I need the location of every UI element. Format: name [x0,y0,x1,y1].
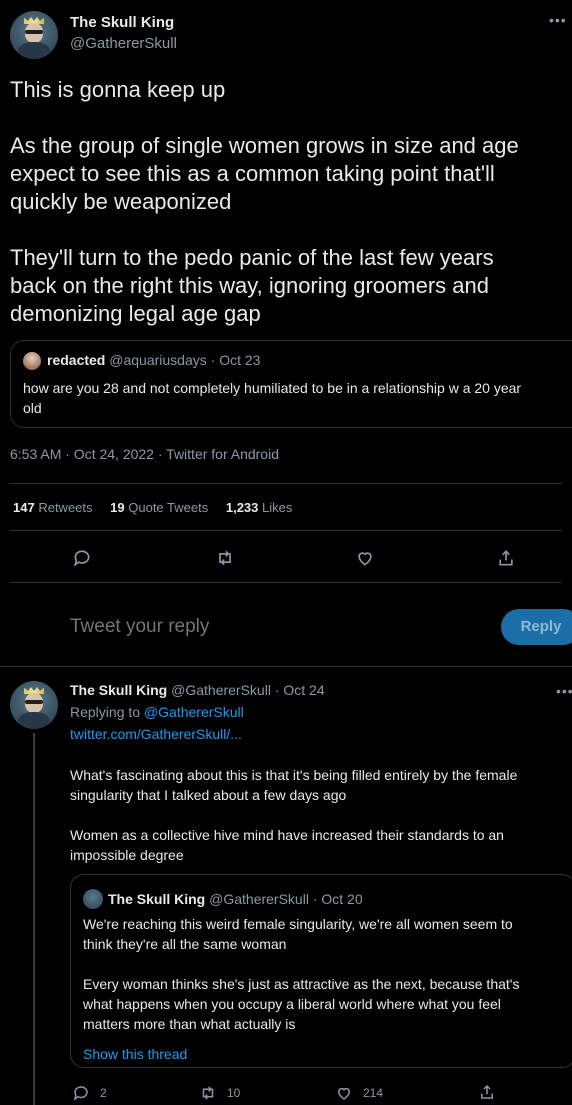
quoted-handle: @aquariusdays [109,352,207,368]
tweet-text-line: This is gonna keep up [10,77,226,102]
divider [10,483,562,484]
reply-icon [72,1084,90,1102]
reply-author-handle[interactable]: @GathererSkull [171,682,271,698]
reply-tweet[interactable]: The Skull King @GathererSkull · Oct 24 •… [0,667,572,1105]
quoted-text: We're reaching this weird female singula… [83,916,520,1032]
replying-to-handle[interactable]: @GathererSkull [144,704,244,720]
reply-icon[interactable] [72,548,92,568]
tweet-text-line: quickly be weaponized [10,189,232,214]
tweet-text-line: back on the right this way, ignoring gro… [10,273,489,298]
quote-tweets-stat[interactable]: 19 Quote Tweets [110,500,212,515]
quoted-date: Oct 20 [321,891,363,907]
more-icon[interactable]: ••• [549,12,567,28]
tweet-text-line: expect to see this as a common taking po… [10,161,495,186]
tweet-text-line: demonizing legal age gap [10,301,261,326]
retweet-icon [199,1084,217,1102]
quoted-author-name: The Skull King [108,891,206,907]
author-name[interactable]: The Skull King [70,14,174,31]
reply-body: What's fascinating about this is that it… [70,767,518,863]
reply-link[interactable]: twitter.com/GathererSkull/... [70,726,242,742]
reply-quoted-tweet[interactable]: The Skull King @GathererSkull · Oct 20 W… [70,874,572,1068]
tweet-timestamp: 6:53 AM · Oct 24, 2022 · Twitter for And… [10,446,279,462]
divider [10,582,562,583]
tweet-body: This is gonna keep up As the group of si… [10,76,560,328]
thread-line [33,733,35,1105]
replying-to-label: Replying to [70,704,141,720]
reply-date[interactable]: Oct 24 [283,682,324,698]
tweet-text-line: They'll turn to the pedo panic of the la… [10,245,494,270]
reply-action-like[interactable]: 214 [335,1084,383,1102]
reply-action-retweet[interactable]: 10 [199,1084,240,1102]
divider [10,530,562,531]
reply-author-name[interactable]: The Skull King [70,682,167,698]
quoted-name: redacted [47,352,106,368]
reply-action-reply[interactable]: 2 [72,1084,107,1102]
retweets-stat[interactable]: 147 Retweets [13,500,96,515]
quoted-tweet[interactable]: redacted @aquariusdays · Oct 23 how are … [10,340,572,428]
share-icon[interactable] [478,1083,496,1101]
author-handle[interactable]: @GathererSkull [70,35,177,52]
reply-input[interactable] [70,612,370,642]
author-avatar[interactable] [10,11,58,59]
quoted-author-avatar [83,889,103,909]
share-icon[interactable] [496,548,516,568]
reply-button[interactable]: Reply [501,609,572,645]
tweet-stats: 147 Retweets 19 Quote Tweets 1,233 Likes [13,500,292,515]
tweet-text-line: As the group of single women grows in si… [10,133,519,158]
more-icon[interactable]: ••• [556,683,572,699]
like-icon[interactable] [355,548,375,568]
retweet-icon[interactable] [215,548,235,568]
show-thread-link[interactable]: Show this thread [83,1046,187,1062]
quoted-avatar [23,352,41,370]
likes-stat[interactable]: 1,233 Likes [226,500,293,515]
reply-author-avatar[interactable] [10,681,58,729]
quoted-text: how are you 28 and not completely humili… [23,380,522,416]
quoted-date: Oct 23 [219,352,261,368]
quoted-author-handle: @GathererSkull [209,891,309,907]
like-icon [335,1084,353,1102]
